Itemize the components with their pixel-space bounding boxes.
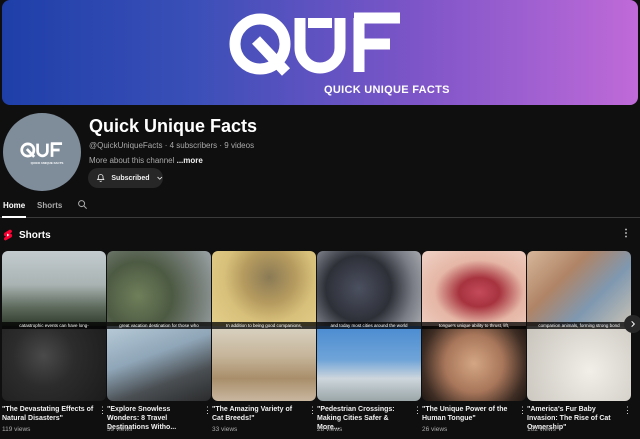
channel-name: Quick Unique Facts: [89, 116, 258, 136]
shorts-more-icon[interactable]: ⋮: [621, 229, 631, 239]
short-views: 162 views: [527, 426, 556, 433]
short-thumbnail[interactable]: tongue's unique ability to thrust, lift,: [422, 251, 526, 401]
short-caption: tongue's unique ability to thrust, lift,: [422, 322, 526, 329]
short-thumbnail[interactable]: In addition to being good companions,: [212, 251, 316, 401]
channel-meta: @QuickUniqueFacts · 4 subscribers · 9 vi…: [89, 141, 255, 150]
short-more-icon[interactable]: ⋮: [413, 405, 422, 416]
short-caption: In addition to being good companions,: [212, 322, 316, 329]
short-more-icon[interactable]: ⋮: [518, 405, 527, 416]
about-more-link[interactable]: ...more: [177, 156, 203, 165]
banner-tagline: QUICK UNIQUE FACTS: [324, 84, 450, 96]
active-tab-indicator: [2, 216, 26, 218]
short-caption: catastrophic events can have long-: [2, 322, 106, 329]
avatar-logo: [20, 141, 63, 158]
short-card[interactable]: catastrophic events can have long- "The …: [2, 251, 107, 433]
avatar-tagline: QUICK UNIQUE FACTS: [30, 160, 64, 165]
channel-about-text: More about this channel: [89, 156, 177, 165]
shelf-next-button[interactable]: [624, 315, 640, 333]
short-title[interactable]: "The Unique Power of the Human Tongue": [422, 405, 514, 423]
shorts-icon: [3, 229, 13, 241]
short-caption: and today most cities around the world: [317, 322, 421, 329]
short-thumbnail[interactable]: catastrophic events can have long-: [2, 251, 106, 401]
short-card[interactable]: and today most cities around the world "…: [317, 251, 422, 433]
short-more-icon[interactable]: ⋮: [203, 405, 212, 416]
tab-home[interactable]: Home: [3, 201, 25, 210]
short-views: 33 views: [212, 426, 238, 433]
search-icon[interactable]: [77, 199, 88, 210]
short-caption: companion animals, forming strong bond: [527, 322, 631, 329]
short-more-icon[interactable]: ⋮: [308, 405, 317, 416]
short-caption: great vacation destination for those who: [107, 322, 211, 329]
short-card[interactable]: great vacation destination for those who…: [107, 251, 212, 433]
short-more-icon[interactable]: ⋮: [623, 405, 632, 416]
short-card[interactable]: In addition to being good companions, "T…: [212, 251, 317, 433]
tab-shorts[interactable]: Shorts: [37, 201, 62, 210]
short-views: 26 views: [422, 426, 448, 433]
short-thumbnail[interactable]: companion animals, forming strong bond: [527, 251, 631, 401]
short-views: 28 views: [317, 426, 343, 433]
banner-logo: [229, 12, 400, 76]
channel-tabs: Home Shorts: [0, 198, 640, 218]
bell-icon: [96, 174, 105, 182]
shorts-section-title: Shorts: [19, 229, 51, 241]
chevron-down-icon: [156, 176, 162, 180]
short-title[interactable]: "The Amazing Variety of Cat Breeds!": [212, 405, 304, 423]
subscribed-button[interactable]: Subscribed: [88, 168, 163, 188]
chevron-right-icon: [631, 320, 636, 328]
short-more-icon[interactable]: ⋮: [98, 405, 107, 416]
shorts-section-header: Shorts: [3, 229, 51, 241]
channel-banner: QUICK UNIQUE FACTS: [2, 0, 638, 105]
short-thumbnail[interactable]: great vacation destination for those who: [107, 251, 211, 401]
short-card[interactable]: tongue's unique ability to thrust, lift,…: [422, 251, 527, 433]
short-views: 39 views: [107, 426, 133, 433]
short-title[interactable]: "The Devastating Effects of Natural Disa…: [2, 405, 94, 423]
short-views: 119 views: [2, 426, 31, 433]
channel-avatar[interactable]: QUICK UNIQUE FACTS: [3, 113, 81, 191]
subscribed-label: Subscribed: [111, 174, 150, 182]
short-card[interactable]: companion animals, forming strong bond "…: [527, 251, 632, 433]
short-thumbnail[interactable]: and today most cities around the world: [317, 251, 421, 401]
channel-about[interactable]: More about this channel ...more: [89, 156, 203, 165]
